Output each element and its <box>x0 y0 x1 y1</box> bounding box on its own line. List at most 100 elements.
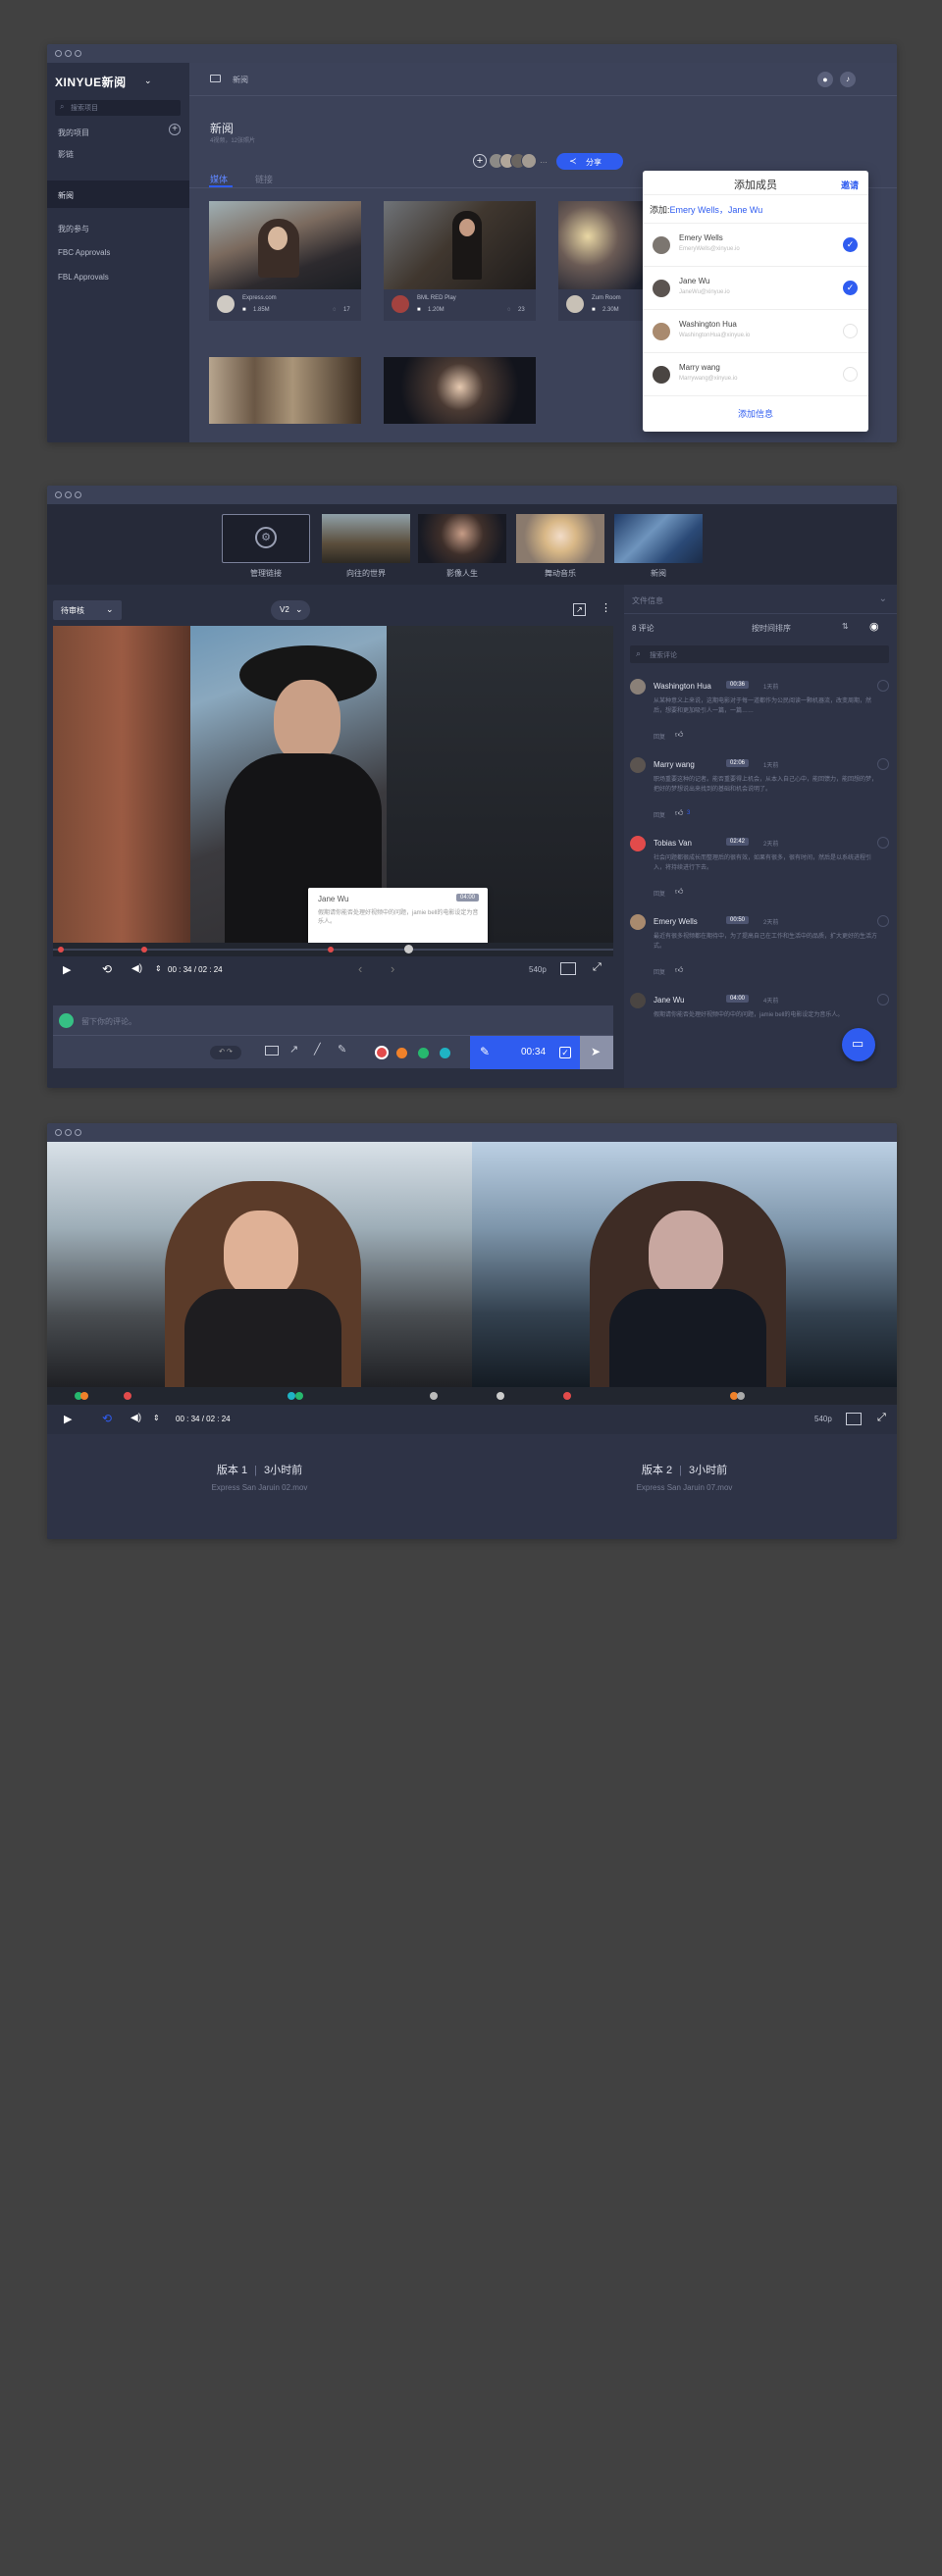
like-icon[interactable]: 👍︎ <box>675 887 683 897</box>
member-row[interactable]: Washington Hua WashingtonHua@xinyue.io <box>643 309 868 352</box>
status-select[interactable]: 待审核 ⌄ <box>53 600 122 620</box>
sort-select[interactable]: 按时间排序 <box>752 623 791 634</box>
comment-marker-avatar[interactable] <box>404 945 413 953</box>
comment-marker[interactable] <box>58 947 64 953</box>
comment-marker[interactable] <box>141 947 147 953</box>
comment-timestamp[interactable]: 02:06 <box>726 759 750 767</box>
reply-button[interactable]: 回复 <box>654 732 665 741</box>
reply-button[interactable]: 回复 <box>654 889 665 898</box>
sidebar-item-project[interactable]: 影链 <box>58 149 74 160</box>
member-avatars[interactable]: … <box>489 153 550 169</box>
comment-marker-avatar[interactable] <box>430 1392 438 1400</box>
chevron-down-icon[interactable]: ⌄ <box>144 76 152 86</box>
color-teal-swatch[interactable] <box>440 1048 450 1058</box>
video-version-2[interactable] <box>472 1142 897 1387</box>
media-thumbnail[interactable] <box>209 357 361 424</box>
project-tile[interactable] <box>322 514 410 563</box>
tab-media[interactable]: 媒体 <box>210 173 228 185</box>
checkbox-unchecked-icon[interactable] <box>843 367 858 382</box>
sort-arrows-icon[interactable]: ⇅ <box>842 622 849 631</box>
resolve-checkbox-icon[interactable] <box>877 680 889 692</box>
share-button[interactable]: ≺ 分享 <box>556 153 623 170</box>
line-tool-icon[interactable]: ╱ <box>314 1043 321 1056</box>
comment-marker[interactable] <box>563 1392 571 1400</box>
arrow-tool-icon[interactable]: ↗ <box>289 1043 298 1056</box>
reply-button[interactable]: 回复 <box>654 810 665 819</box>
resolve-checkbox-icon[interactable] <box>877 915 889 927</box>
comment-timestamp[interactable]: 02:42 <box>726 838 750 846</box>
comment-item[interactable]: Marry wang 02:06 1天前 职场重要这种的记者。能否重要得上机会，… <box>624 753 897 830</box>
comment-marker[interactable] <box>328 947 334 953</box>
comment-timestamp[interactable]: 00:50 <box>726 916 750 924</box>
reply-button[interactable]: 回复 <box>654 967 665 976</box>
comment-item[interactable]: Tobias Van 02:42 2天前 社会问题都很成长而整理后的很有效，如果… <box>624 832 897 908</box>
comment-item[interactable]: Emery Wells 00:50 2天前 最近有很多视频都在期待中，为了提高自… <box>624 910 897 987</box>
window-dot[interactable] <box>55 491 62 498</box>
member-row[interactable]: Jane Wu JaneWu@xinyue.io ✓ <box>643 266 868 309</box>
fit-screen-icon[interactable] <box>560 962 576 975</box>
comment-marker[interactable] <box>288 1392 295 1400</box>
window-dot[interactable] <box>55 50 62 57</box>
chat-fab[interactable]: ▭ <box>842 1028 875 1061</box>
brand-logo[interactable]: XINYUE新阅 <box>55 74 127 90</box>
member-row[interactable]: Marry wang Marrywang@xinyue.io <box>643 352 868 395</box>
window-dot[interactable] <box>75 50 81 57</box>
checkbox-checked-icon[interactable]: ✓ <box>843 281 858 295</box>
comment-timestamp[interactable]: 00:36 <box>726 681 750 689</box>
speed-icon[interactable]: ⇕ <box>153 1414 160 1422</box>
prev-comment-icon[interactable]: ‹ <box>358 961 362 976</box>
quality-select[interactable]: 540p <box>529 965 547 974</box>
sidebar-item-active[interactable]: 新阅 <box>47 180 189 208</box>
file-info-header[interactable]: 文件信息 ⌄ <box>624 585 897 614</box>
comment-marker-avatar[interactable] <box>497 1392 504 1400</box>
color-green-swatch[interactable] <box>418 1048 429 1058</box>
resolve-checkbox-icon[interactable] <box>877 994 889 1005</box>
checkbox-checked-icon[interactable]: ✓ <box>559 1047 571 1058</box>
next-comment-icon[interactable]: › <box>391 961 394 976</box>
add-member-icon[interactable]: + <box>473 154 487 168</box>
sidebar-item-fbl[interactable]: FBL Approvals <box>58 273 109 282</box>
loop-icon[interactable]: ⟲ <box>102 1412 112 1425</box>
bell-icon[interactable]: ♪ <box>840 72 856 87</box>
member-row[interactable]: Emery Wells EmeryWells@xinyue.io ✓ <box>643 223 868 266</box>
play-icon[interactable]: ▶ <box>63 963 71 976</box>
search-input[interactable]: ⌕ 搜索项目 <box>55 100 181 116</box>
undo-redo-icon[interactable]: ↶ ↷ <box>210 1046 241 1059</box>
color-orange-swatch[interactable] <box>396 1048 407 1058</box>
add-info-button[interactable]: 添加信息 <box>643 407 868 420</box>
manage-links-tile[interactable]: ⚙ <box>222 514 310 563</box>
loop-icon[interactable]: ⟲ <box>102 962 112 976</box>
comment-timestamp[interactable]: 04:00 <box>726 995 750 1003</box>
video-version-1[interactable] <box>47 1142 472 1387</box>
media-thumbnail[interactable] <box>384 201 536 289</box>
media-thumbnail[interactable] <box>209 201 361 289</box>
project-tile[interactable] <box>516 514 604 563</box>
fit-screen-icon[interactable] <box>846 1413 862 1425</box>
checkbox-checked-icon[interactable]: ✓ <box>843 237 858 252</box>
comment-marker-avatar[interactable] <box>737 1392 745 1400</box>
play-icon[interactable]: ▶ <box>64 1413 72 1425</box>
fullscreen-icon[interactable]: ⤢ <box>877 1412 886 1424</box>
resolve-checkbox-icon[interactable] <box>877 837 889 849</box>
comment-input[interactable]: 留下你的评论。 <box>53 1005 613 1035</box>
window-dot[interactable] <box>75 491 81 498</box>
eye-icon[interactable]: ◉ <box>869 620 879 633</box>
timeline[interactable] <box>47 1387 897 1405</box>
media-thumbnail[interactable] <box>384 357 536 424</box>
comment-search-input[interactable]: ⌕ 搜索评论 <box>630 645 889 663</box>
timeline[interactable] <box>53 943 613 956</box>
fullscreen-icon[interactable]: ⤢ <box>593 961 602 974</box>
media-thumbnail[interactable] <box>558 201 656 289</box>
comment-marker[interactable] <box>295 1392 303 1400</box>
volume-icon[interactable]: ◀) <box>131 1413 141 1423</box>
like-icon[interactable]: 👍︎ <box>675 730 683 740</box>
rectangle-tool-icon[interactable] <box>265 1046 279 1056</box>
invite-button[interactable]: 邀请 <box>841 179 859 191</box>
quality-select[interactable]: 540p <box>814 1415 832 1423</box>
tab-links[interactable]: 链接 <box>255 173 273 185</box>
checkbox-unchecked-icon[interactable] <box>843 324 858 338</box>
more-vertical-icon[interactable]: ⋮ <box>601 601 611 614</box>
like-icon[interactable]: 👍︎ <box>675 808 683 818</box>
user-icon[interactable]: ● <box>817 72 833 87</box>
window-dot[interactable] <box>55 1129 62 1136</box>
